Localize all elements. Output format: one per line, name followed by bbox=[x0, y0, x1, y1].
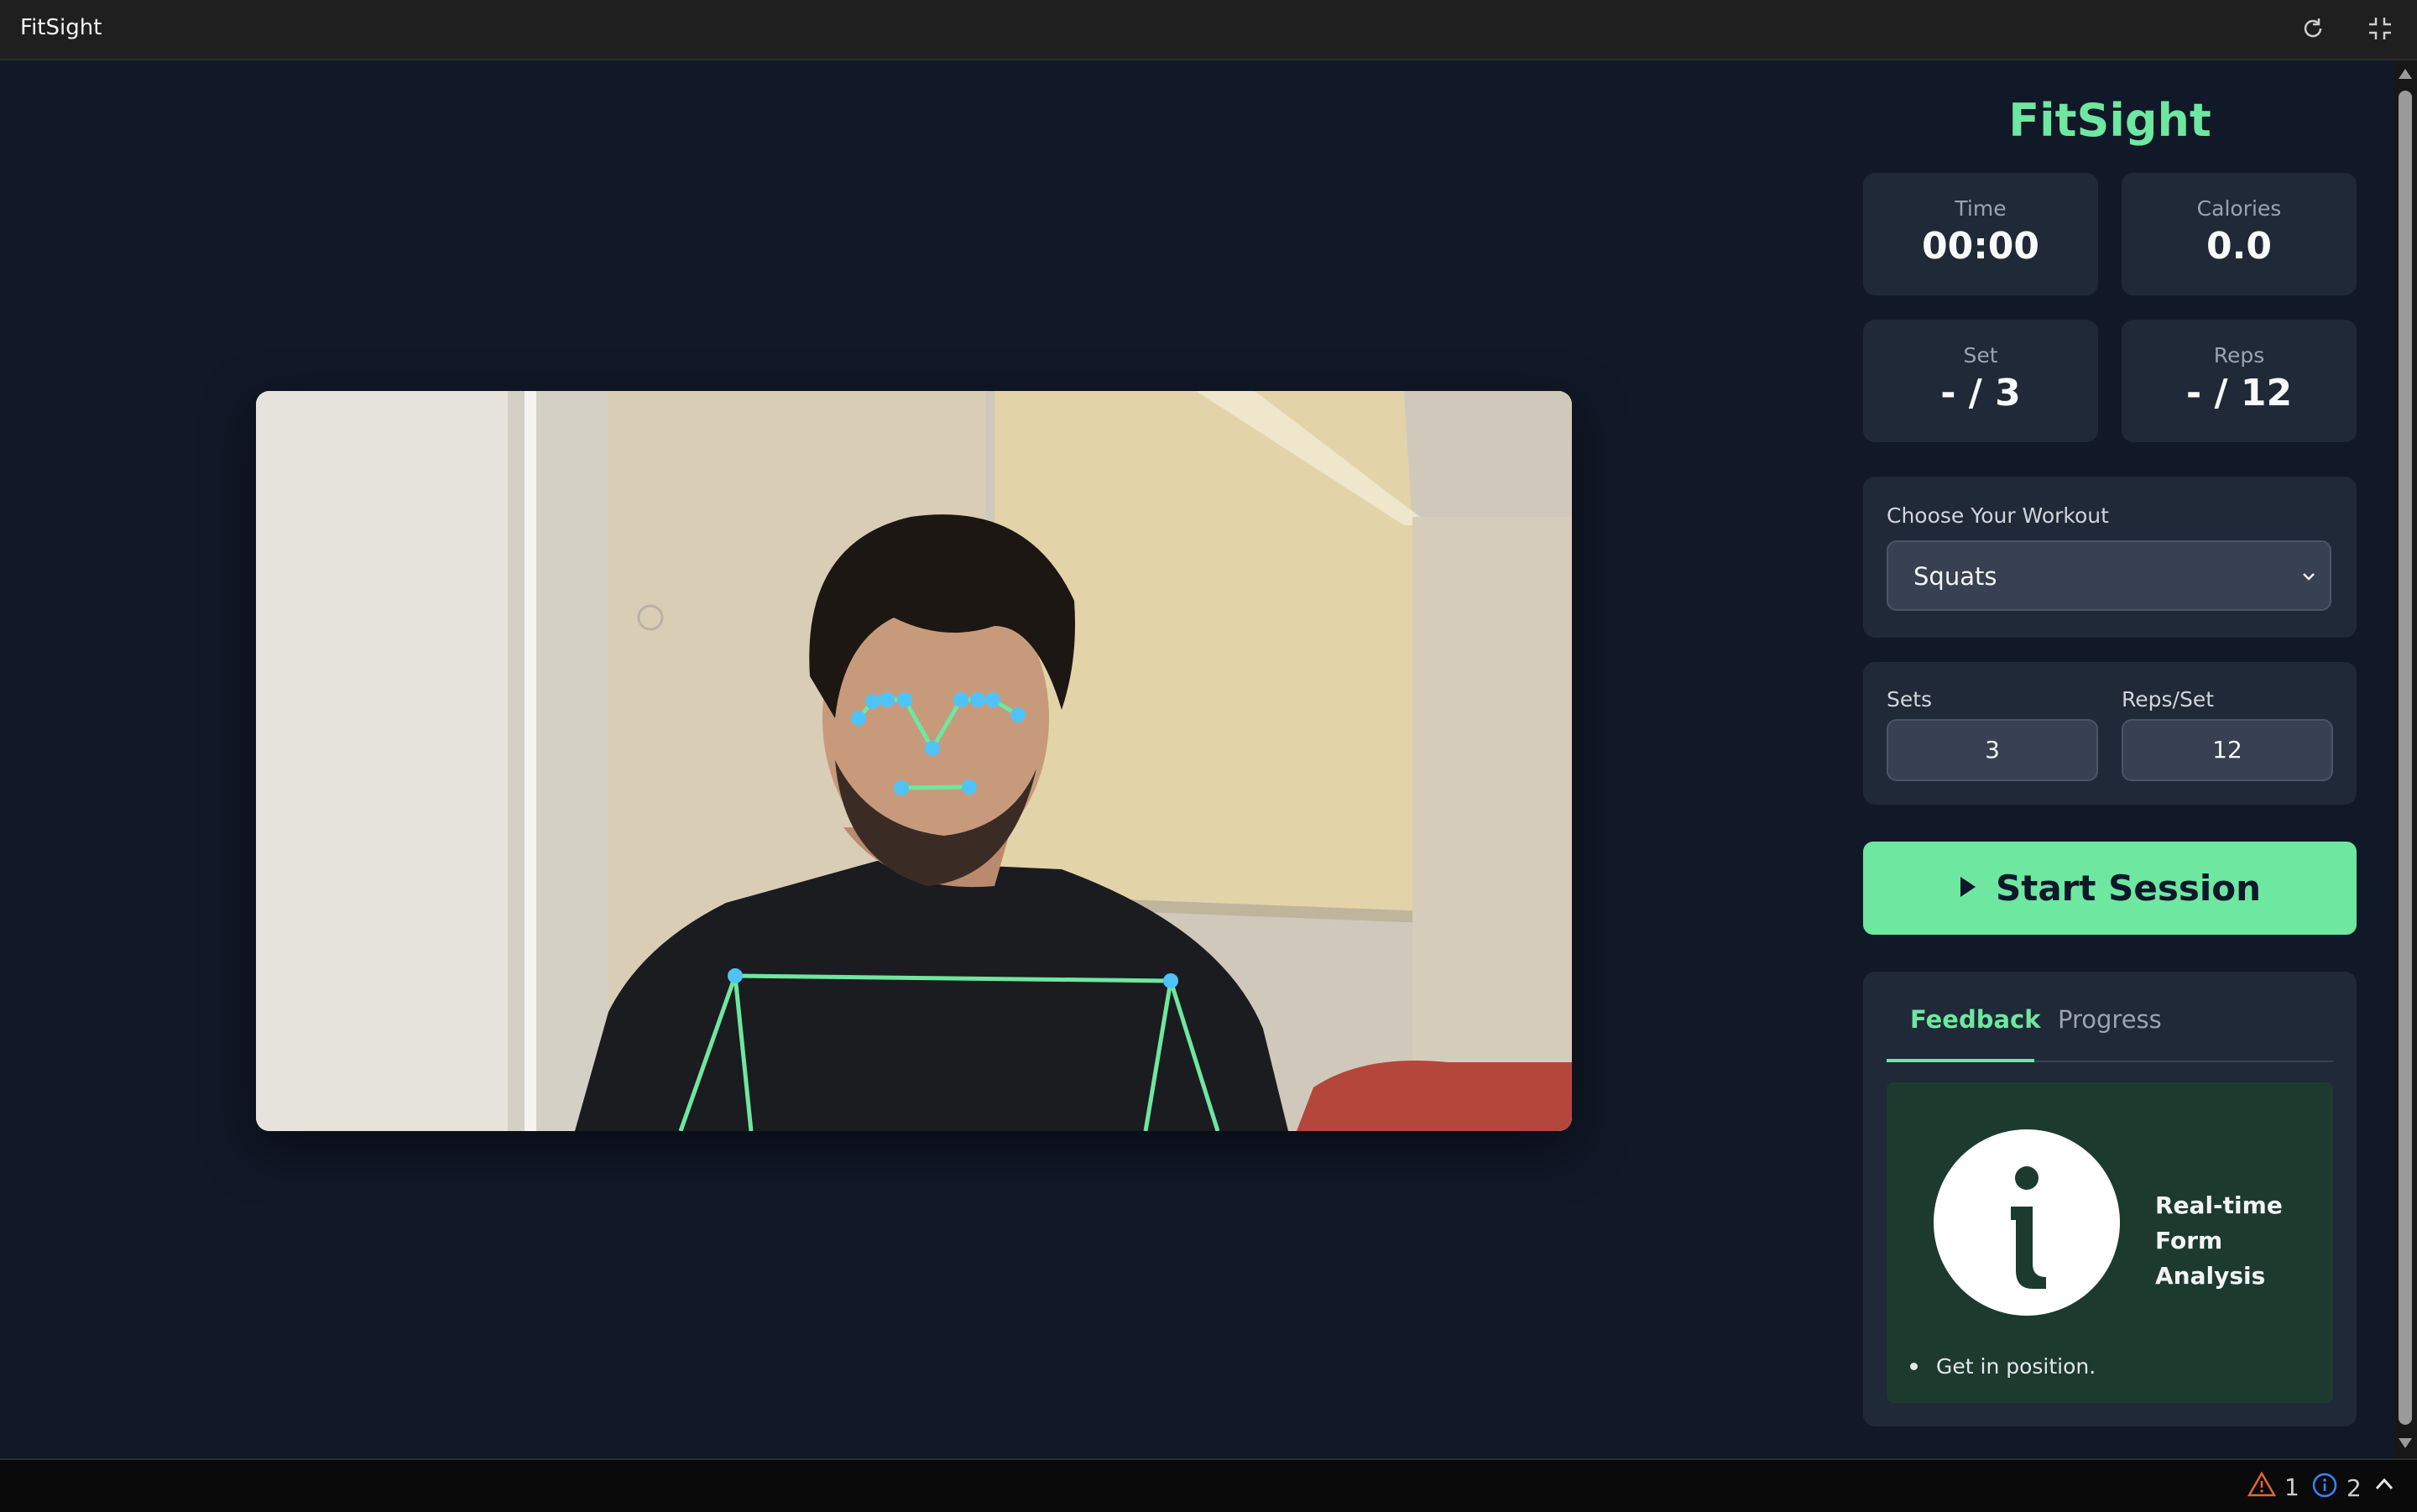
info-count: 2 bbox=[2347, 1474, 2362, 1502]
feedback-title-line2: Form Analysis bbox=[2155, 1227, 2266, 1290]
play-icon bbox=[1959, 875, 1977, 902]
sets-input[interactable]: 3 bbox=[1887, 719, 2098, 781]
workout-select[interactable]: Squats bbox=[1887, 540, 2331, 611]
feedback-box: Real-time Form Analysis Get in position. bbox=[1887, 1082, 2333, 1403]
workout-label: Choose Your Workout bbox=[1887, 503, 2109, 528]
window-title: FitSight bbox=[20, 15, 102, 40]
time-value: 00:00 bbox=[1921, 225, 2040, 268]
camera-scene bbox=[256, 391, 1572, 1131]
start-session-button[interactable]: Start Session bbox=[1863, 842, 2357, 935]
workout-card: Choose Your Workout Squats bbox=[1863, 477, 2357, 638]
set-label: Set bbox=[1963, 343, 1998, 368]
time-stat-card: Time 00:00 bbox=[1863, 173, 2098, 295]
workout-selected-value: Squats bbox=[1913, 562, 1997, 591]
reps-value: - / 12 bbox=[2185, 372, 2293, 414]
window-titlebar: FitSight bbox=[0, 0, 2417, 60]
reps-stat-card: Reps - / 12 bbox=[2122, 320, 2357, 442]
time-label: Time bbox=[1955, 196, 2007, 221]
chevron-down-icon bbox=[2300, 567, 2318, 589]
sets-label: Sets bbox=[1887, 687, 1933, 712]
info-icon bbox=[1934, 1129, 2120, 1316]
warnings-indicator[interactable]: 1 bbox=[2247, 1471, 2300, 1503]
reps-per-set-label: Reps/Set bbox=[2122, 687, 2214, 712]
calories-stat-card: Calories 0.0 bbox=[2122, 173, 2357, 295]
tab-feedback[interactable]: Feedback bbox=[1910, 1005, 2041, 1034]
info-indicator[interactable]: 2 bbox=[2311, 1472, 2362, 1504]
active-tab-indicator bbox=[1887, 1059, 2034, 1062]
refresh-icon[interactable] bbox=[2298, 13, 2328, 44]
calories-value: 0.0 bbox=[2206, 225, 2272, 268]
feedback-panel: Feedback Progress Real-time Form Analysi… bbox=[1863, 972, 2357, 1426]
scroll-up-arrow[interactable] bbox=[2399, 69, 2412, 79]
feedback-title: Real-time Form Analysis bbox=[2155, 1188, 2333, 1294]
set-value: - / 3 bbox=[1940, 372, 2021, 414]
info-circle-icon bbox=[2311, 1472, 2338, 1504]
reps-per-set-input[interactable]: 12 bbox=[2122, 719, 2333, 781]
scrollbar-thumb[interactable] bbox=[2399, 91, 2412, 1425]
start-session-label: Start Session bbox=[1996, 868, 2261, 909]
status-bar: 1 2 bbox=[0, 1458, 2417, 1512]
feedback-list-item: Get in position. bbox=[1910, 1354, 2096, 1379]
feedback-title-line1: Real-time bbox=[2155, 1191, 2283, 1219]
calories-label: Calories bbox=[2196, 196, 2282, 221]
tab-progress[interactable]: Progress bbox=[2058, 1005, 2162, 1034]
collapse-icon[interactable] bbox=[2365, 13, 2395, 44]
app-brand: FitSight bbox=[2008, 94, 2211, 147]
scroll-down-arrow[interactable] bbox=[2399, 1438, 2412, 1448]
warning-icon bbox=[2247, 1471, 2277, 1503]
camera-feed bbox=[256, 391, 1572, 1131]
reps-label: Reps bbox=[2213, 343, 2265, 368]
set-stat-card: Set - / 3 bbox=[1863, 320, 2098, 442]
page-scrollbar[interactable] bbox=[2394, 60, 2417, 1458]
session-config-card: Sets Reps/Set 3 12 bbox=[1863, 662, 2357, 805]
bullet bbox=[1910, 1363, 1918, 1370]
feedback-message: Get in position. bbox=[1936, 1354, 2096, 1379]
chevron-up-icon[interactable] bbox=[2373, 1475, 2395, 1494]
warnings-count: 1 bbox=[2284, 1473, 2300, 1501]
